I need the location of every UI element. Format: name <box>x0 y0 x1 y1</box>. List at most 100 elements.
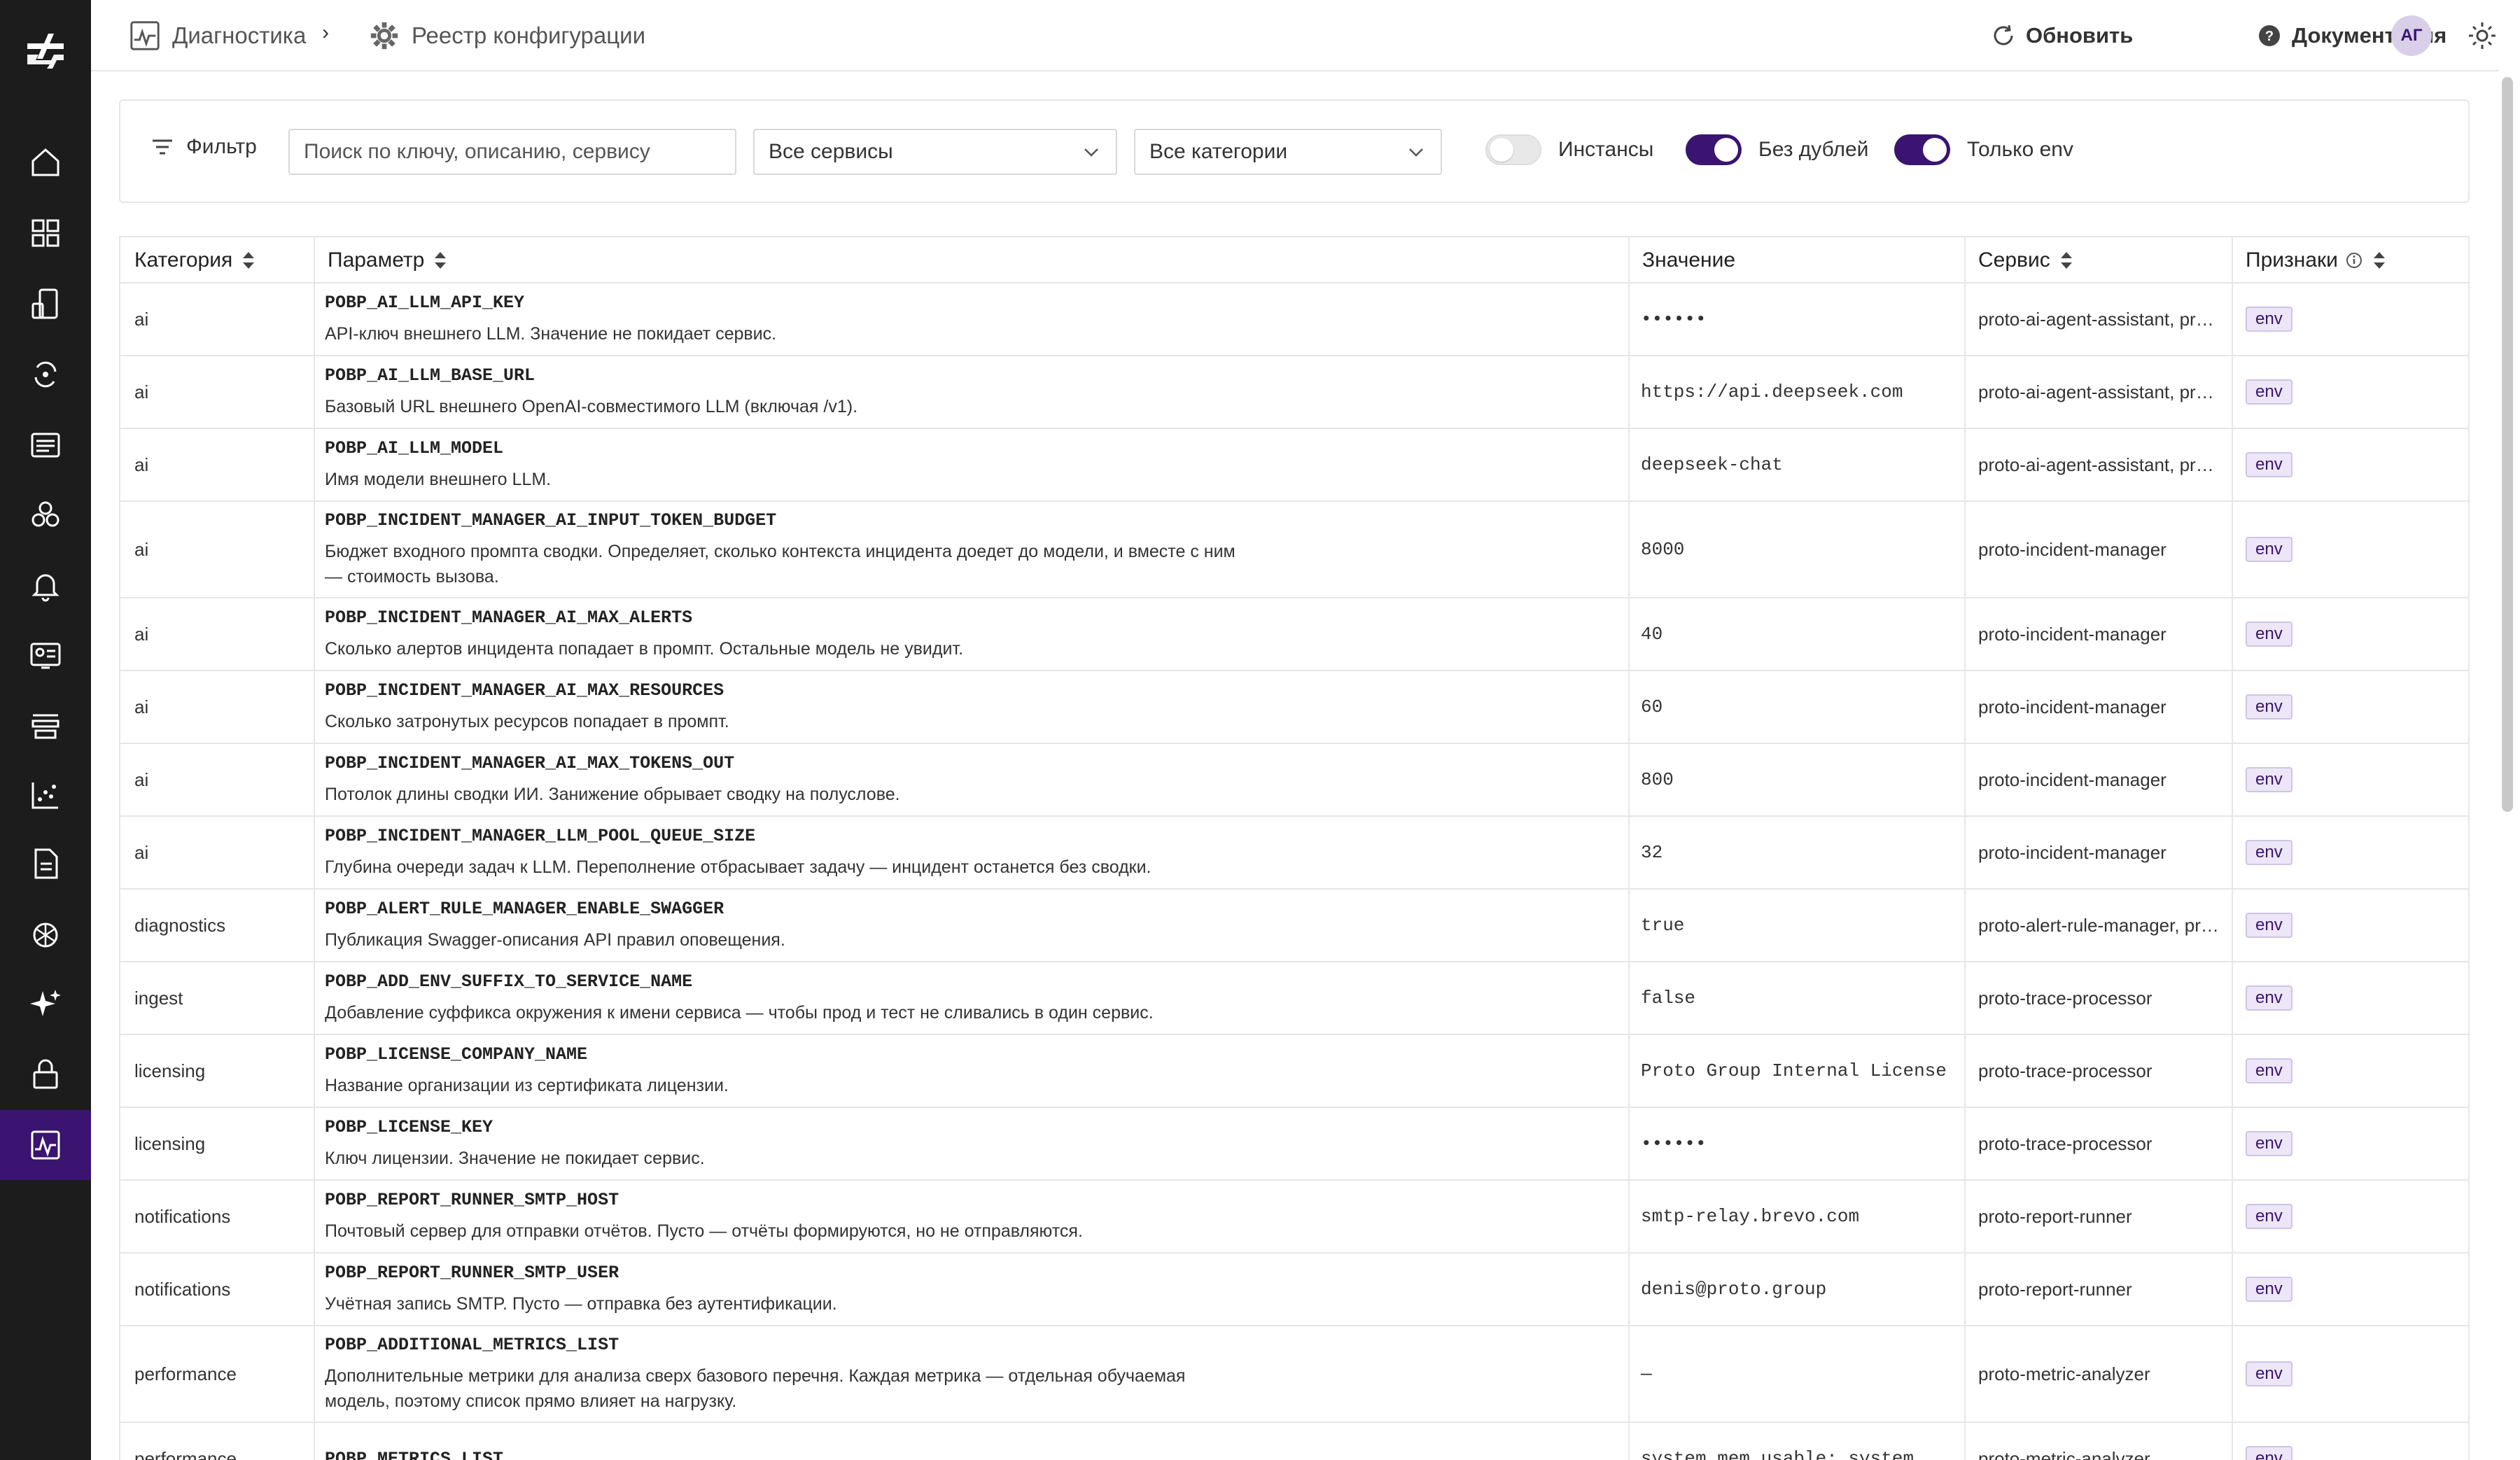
avatar[interactable]: АГ <box>2391 15 2432 56</box>
column-header-category[interactable]: Категория <box>120 237 256 283</box>
parameter-description: Учётная запись SMTP. Пусто — отправка бе… <box>325 1293 837 1314</box>
sidebar-item-sync[interactable] <box>0 339 91 409</box>
parameter-description: Название организации из сертификата лице… <box>325 1075 729 1095</box>
table-row[interactable]: ai POBP_INCIDENT_MANAGER_AI_MAX_ALERTS Ско… <box>120 598 2468 671</box>
cell-service: proto-incident-manager <box>1978 842 2166 863</box>
column-header-flags-label: Признаки <box>2246 248 2338 272</box>
scrollbar[interactable] <box>2502 77 2513 812</box>
refresh-button[interactable]: Обновить <box>1991 18 2133 53</box>
cell-service: proto-trace-processor <box>1978 1060 2152 1081</box>
app-logo[interactable] <box>23 28 68 73</box>
cell-service: proto-trace-processor <box>1978 1133 2152 1154</box>
cell-service: proto-ai-agent-assistant, proto-incident… <box>1978 309 2223 330</box>
cell-service: proto-incident-manager <box>1978 624 2166 645</box>
cell-parameter: POBP_ALERT_RULE_MANAGER_ENABLE_SWAGGER Пу… <box>325 890 1242 961</box>
cell-parameter: POBP_AI_LLM_API_KEY API-ключ внешнего LLM… <box>325 283 1242 355</box>
theme-toggle-button[interactable] <box>2468 21 2497 50</box>
toggle-knob <box>1923 138 1947 162</box>
cell-flags: env <box>2246 429 2292 500</box>
sidebar-item-document[interactable] <box>0 829 91 899</box>
parameter-key: POBP_REPORT_RUNNER_SMTP_USER <box>325 1262 620 1283</box>
table-row[interactable]: notifications POBP_REPORT_RUNNER_SMTP_USE… <box>120 1254 2468 1326</box>
sidebar-item-devices[interactable] <box>0 269 91 339</box>
cell-flags: env <box>2246 1254 2292 1325</box>
cell-flags: env <box>2246 1423 2292 1460</box>
categories-select[interactable]: Все категории <box>1134 129 1442 175</box>
search-input[interactable] <box>288 129 736 175</box>
table-row[interactable]: performance POBP_ADDITIONAL_METRICS_LIST Д… <box>120 1326 2468 1423</box>
table-row[interactable]: ai POBP_AI_LLM_MODEL Имя модели внешнего L… <box>120 429 2468 502</box>
toggle-switch[interactable] <box>1894 134 1950 165</box>
sidebar-item-pulse[interactable] <box>0 1110 91 1180</box>
cell-value: denis@proto.group <box>1641 1279 1827 1300</box>
env-badge: env <box>2246 452 2292 477</box>
sidebar-item-home[interactable] <box>0 127 91 197</box>
parameter-description: Сколько затронутых ресурсов попадает в п… <box>325 711 729 731</box>
sidebar-item-sparkle[interactable] <box>0 969 91 1039</box>
breadcrumb-separator: › <box>322 21 329 44</box>
table-row[interactable]: notifications POBP_REPORT_RUNNER_SMTP_HOS… <box>120 1181 2468 1254</box>
cell-category: ai <box>134 381 149 402</box>
cell-service: proto-metric-analyzer <box>1978 1448 2150 1460</box>
cell-parameter: POBP_REPORT_RUNNER_SMTP_USER Учётная запи… <box>325 1254 1242 1325</box>
sidebar-item-lock[interactable] <box>0 1039 91 1109</box>
cell-category: ai <box>134 454 149 475</box>
cell-service: proto-report-runner <box>1978 1279 2132 1300</box>
column-header-service-label: Сервис <box>1978 248 2050 272</box>
cell-category: diagnostics <box>134 914 226 936</box>
table-row[interactable]: licensing POBP_LICENSE_KEY Ключ лицензии. … <box>120 1108 2468 1181</box>
cell-category: performance <box>134 1447 237 1460</box>
sidebar-item-brain[interactable] <box>0 900 91 970</box>
bell-icon <box>31 574 59 602</box>
table-row[interactable]: ai POBP_INCIDENT_MANAGER_AI_MAX_RESOURCES… <box>120 671 2468 744</box>
table-row[interactable]: ingest POBP_ADD_ENV_SUFFIX_TO_SERVICE_NAM… <box>120 962 2468 1035</box>
table-row[interactable]: diagnostics POBP_ALERT_RULE_MANAGER_ENABL… <box>120 890 2468 962</box>
brain-icon <box>33 922 58 948</box>
sidebar-item-scatter-chart[interactable] <box>0 760 91 830</box>
sidebar-item-list-card[interactable] <box>0 410 91 480</box>
sidebar-item-hexagons[interactable] <box>0 480 91 550</box>
sidebar-item-contact-card[interactable] <box>0 620 91 690</box>
cell-value: •••••• <box>1641 1133 1707 1154</box>
list-card-icon <box>31 433 60 458</box>
services-select[interactable]: Все сервисы <box>753 129 1117 175</box>
cell-parameter: POBP_METRICS_LIST <box>325 1423 503 1460</box>
table-row[interactable]: ai POBP_INCIDENT_MANAGER_AI_INPUT_TOKEN_B… <box>120 502 2468 598</box>
cell-flags: env <box>2246 502 2292 597</box>
parameter-key: POBP_AI_LLM_MODEL <box>325 437 504 458</box>
cell-category: ai <box>134 308 149 330</box>
gear-icon <box>370 22 398 50</box>
column-header-parameter[interactable]: Параметр <box>314 237 448 283</box>
toggle-switch[interactable] <box>1485 134 1541 165</box>
cell-parameter: POBP_ADD_ENV_SUFFIX_TO_SERVICE_NAME Добав… <box>325 962 1242 1034</box>
sidebar-item-bell[interactable] <box>0 550 91 620</box>
parameter-description: API-ключ внешнего LLM. Значение не покид… <box>325 323 777 344</box>
filter-label: Фильтр <box>150 134 257 160</box>
sidebar-item-layers[interactable] <box>0 690 91 760</box>
no-duplicates-toggle[interactable]: Без дублей <box>1686 134 1868 165</box>
only-env-toggle[interactable]: Только env <box>1894 134 2073 165</box>
info-icon[interactable] <box>2345 251 2363 269</box>
sort-icon <box>2373 252 2385 269</box>
column-header-value-label: Значение <box>1642 248 1736 272</box>
column-header-service[interactable]: Сервис <box>1964 237 2074 283</box>
table-row[interactable]: licensing POBP_LICENSE_COMPANY_NAME Назван… <box>120 1035 2468 1108</box>
toggle-switch[interactable] <box>1686 134 1742 165</box>
sidebar-item-dashboard-grid[interactable] <box>0 198 91 268</box>
cell-category: ai <box>134 623 149 645</box>
table-row[interactable]: ai POBP_AI_LLM_API_KEY API-ключ внешнего L… <box>120 283 2468 356</box>
table-row[interactable]: ai POBP_INCIDENT_MANAGER_AI_MAX_TOKENS_OU… <box>120 744 2468 817</box>
breadcrumb-root[interactable]: Диагностика <box>129 17 306 55</box>
table-row[interactable]: ai POBP_INCIDENT_MANAGER_LLM_POOL_QUEUE_S… <box>120 817 2468 890</box>
sort-icon <box>2060 252 2072 269</box>
cell-value: system_mem_usable; system <box>1641 1448 1914 1460</box>
instances-toggle[interactable]: Инстансы <box>1485 134 1653 165</box>
column-header-category-label: Категория <box>134 248 233 272</box>
cell-parameter: POBP_REPORT_RUNNER_SMTP_HOST Почтовый сер… <box>325 1181 1242 1252</box>
column-header-flags[interactable]: Признаки <box>2232 237 2387 283</box>
table-row[interactable]: ai POBP_AI_LLM_BASE_URL Базовый URL внешне… <box>120 356 2468 429</box>
cell-value: •••••• <box>1641 309 1707 330</box>
categories-select-value: Все категории <box>1149 140 1288 163</box>
cell-parameter: POBP_INCIDENT_MANAGER_AI_INPUT_TOKEN_BUD… <box>325 502 1242 597</box>
table-row[interactable]: performance POBP_METRICS_LIST system_mem_u… <box>120 1423 2468 1460</box>
